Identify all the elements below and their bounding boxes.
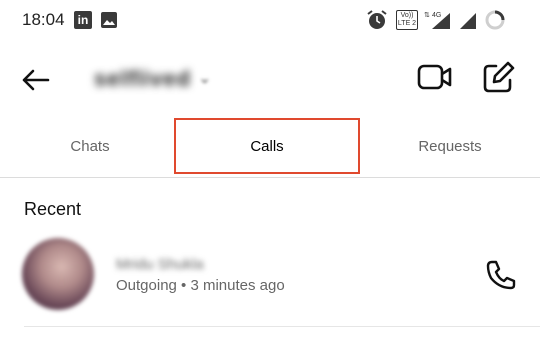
volte-icon: Vo)) LTE 2 bbox=[396, 10, 418, 30]
call-back-button[interactable] bbox=[484, 258, 518, 297]
battery-icon bbox=[484, 9, 506, 36]
chevron-down-icon[interactable]: ⌄ bbox=[198, 68, 211, 88]
back-button[interactable] bbox=[18, 62, 54, 98]
avatar[interactable] bbox=[22, 238, 94, 310]
compose-icon bbox=[483, 61, 515, 93]
call-meta: Outgoing • 3 minutes ago bbox=[116, 277, 285, 294]
svg-text:⇅: ⇅ bbox=[424, 12, 430, 19]
new-message-button[interactable] bbox=[480, 60, 516, 101]
recent-section-title: Recent bbox=[24, 199, 82, 219]
signal-4g-icon: ⇅ 4G bbox=[424, 9, 454, 36]
video-call-button[interactable] bbox=[416, 60, 454, 99]
video-camera-icon bbox=[417, 64, 452, 90]
account-name[interactable]: selflived bbox=[94, 66, 191, 92]
linkedin-icon: in bbox=[74, 11, 92, 29]
network-label: 4G bbox=[432, 12, 441, 19]
contact-name: Mridu Shukla bbox=[116, 256, 204, 273]
back-arrow-icon bbox=[22, 69, 50, 91]
tab-requests[interactable]: Requests bbox=[360, 118, 540, 174]
phone-icon bbox=[486, 260, 516, 290]
status-time: 18:04 bbox=[22, 10, 65, 29]
row-divider bbox=[24, 326, 540, 327]
tab-bar: Chats Calls Requests bbox=[0, 118, 540, 176]
alarm-icon bbox=[366, 9, 388, 36]
tab-calls[interactable]: Calls bbox=[174, 118, 360, 174]
signal-icon bbox=[458, 9, 478, 36]
tab-chats[interactable]: Chats bbox=[0, 118, 180, 174]
tab-divider bbox=[0, 177, 540, 178]
call-list-item[interactable]: Mridu Shukla Outgoing • 3 minutes ago bbox=[0, 232, 540, 320]
image-icon bbox=[100, 11, 118, 34]
status-bar: 18:04 in Vo)) LTE 2 ⇅ 4G bbox=[0, 0, 540, 40]
header: selflived ⌄ bbox=[0, 48, 540, 110]
